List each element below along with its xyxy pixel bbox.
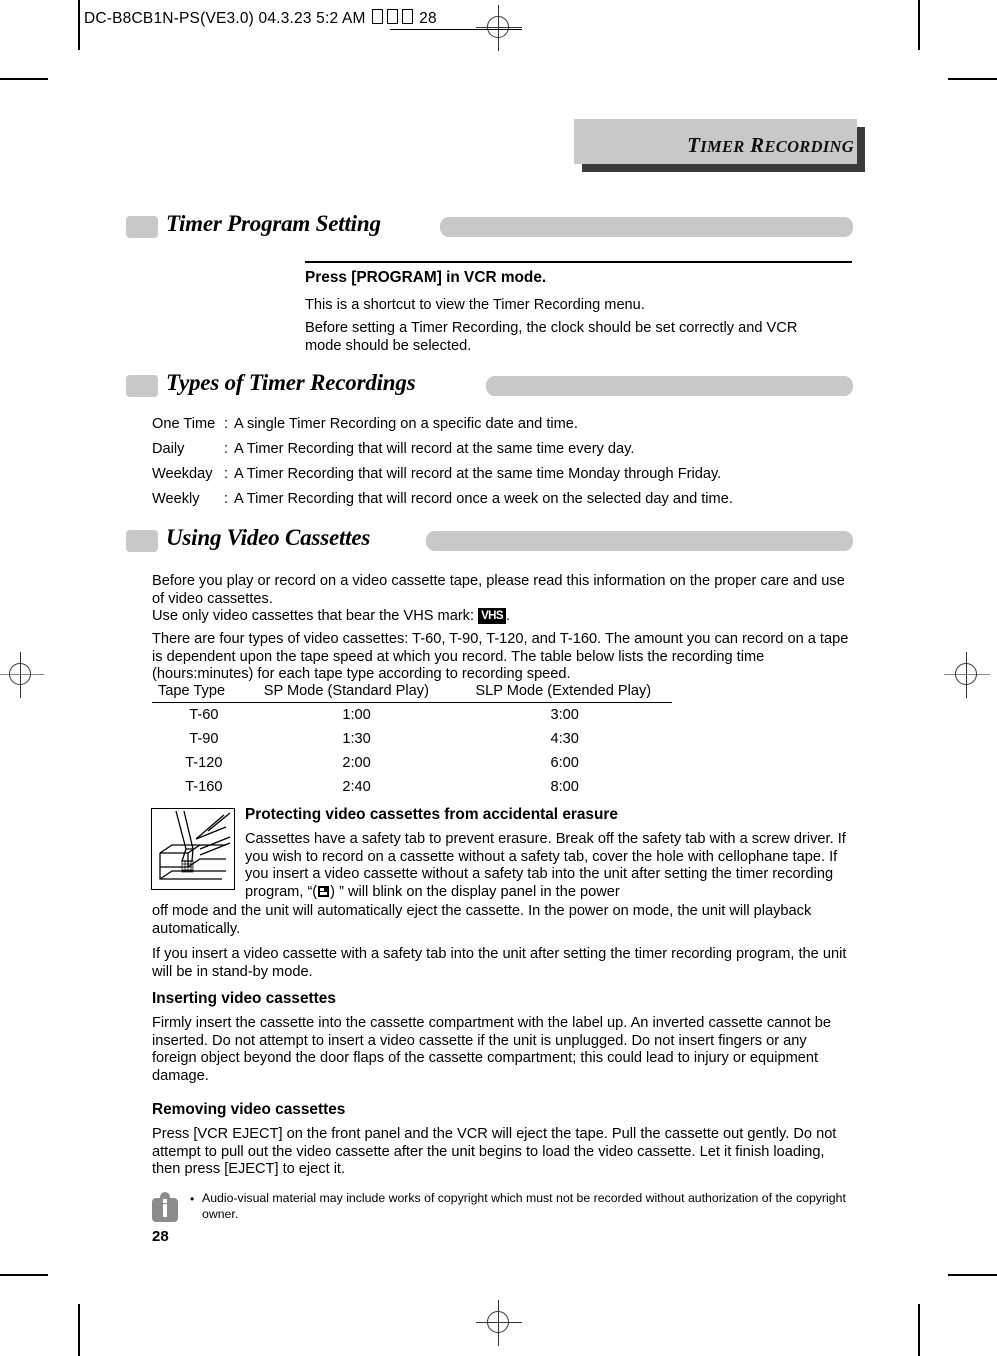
timer-type-key: Weekly — [152, 491, 200, 507]
table-column-header-slp-mode: SLP Mode (Extended Play) — [475, 683, 652, 699]
cell-tape-type: T-120 — [185, 755, 223, 771]
protecting-paragraph-fullwidth: off mode and the unit will automatically… — [152, 903, 812, 937]
protecting-paragraph-indented: Cassettes have a safety tab to prevent e… — [245, 831, 852, 901]
section-chip — [126, 375, 158, 397]
safety-tab-removal-illustration — [151, 808, 235, 890]
info-icon — [152, 1192, 178, 1222]
cassette-safety-tab-diagram-icon — [159, 810, 231, 880]
cell-sp-mode: 1:30 — [342, 731, 371, 747]
intro-line-2: Before setting a Timer Recording, the cl… — [305, 320, 798, 336]
table-row: T-90 1:30 4:30 — [152, 727, 672, 751]
timer-type-key: Weekday — [152, 466, 213, 482]
list-item: Weekly : A Timer Recording that will rec… — [152, 487, 852, 512]
timer-type-separator: : — [224, 441, 229, 457]
vhs-logo-mark: VHS — [478, 608, 506, 624]
lead-rule-top — [305, 261, 852, 263]
intro-line-1: This is a shortcut to view the Timer Rec… — [305, 297, 645, 313]
standby-paragraph: If you insert a video cassette with a sa… — [152, 946, 847, 980]
info-icon-stem — [163, 1204, 167, 1217]
inserting-paragraph: Firmly insert the cassette into the cass… — [152, 1015, 831, 1084]
copyright-note: Audio-visual material may include works … — [202, 1191, 846, 1221]
table-row: T-160 2:40 8:00 — [152, 775, 672, 799]
list-item: Weekday : A Timer Recording that will re… — [152, 462, 852, 487]
vhs-line-prefix: Use only video cassettes that bear the V… — [152, 608, 479, 624]
section-bar — [440, 217, 853, 237]
cell-tape-type: T-160 — [185, 779, 223, 795]
section-bar — [486, 376, 853, 396]
vhs-line-suffix: . — [505, 608, 511, 624]
section-chip — [126, 216, 158, 238]
cell-slp-mode: 4:30 — [550, 731, 579, 747]
cell-sp-mode: 2:00 — [342, 755, 371, 771]
cell-sp-mode: 2:40 — [342, 779, 371, 795]
table-header-row: Tape Type SP Mode (Standard Play) SLP Mo… — [152, 683, 672, 703]
cell-tape-type: T-60 — [189, 707, 219, 723]
timer-type-description: A Timer Recording that will record at th… — [234, 441, 635, 457]
table-row: T-120 2:00 6:00 — [152, 751, 672, 775]
cell-sp-mode: 1:00 — [342, 707, 371, 723]
table-column-header-tape-type: Tape Type — [158, 683, 226, 699]
section-header-using-video-cassettes: Using Video Cassettes — [126, 525, 853, 554]
cell-slp-mode: 3:00 — [550, 707, 579, 723]
tape-recording-time-table: Tape Type SP Mode (Standard Play) SLP Mo… — [152, 683, 672, 799]
section-title: Using Video Cassettes — [166, 525, 371, 550]
subheading-inserting-cassettes: Inserting video cassettes — [152, 990, 336, 1007]
section-title: Types of Timer Recordings — [166, 370, 416, 395]
timer-type-separator: : — [224, 466, 229, 482]
timer-type-description: A Timer Recording that will record once … — [234, 491, 733, 507]
timer-type-key: Daily — [152, 441, 185, 457]
table-row: T-60 1:00 3:00 — [152, 703, 672, 728]
cell-slp-mode: 6:00 — [550, 755, 579, 771]
protecting-text-part2: ) ” will blink on the display panel in t… — [330, 883, 620, 900]
timer-type-separator: : — [224, 491, 229, 507]
section-chip — [126, 530, 158, 552]
lead-instruction: Press [PROGRAM] in VCR mode. — [305, 269, 547, 286]
display-panel-blink-icon — [318, 885, 330, 897]
intro-line-3: mode should be selected. — [305, 338, 472, 354]
cell-tape-type: T-90 — [189, 731, 219, 747]
info-icon-dot — [163, 1199, 167, 1203]
page-content: Timer Program Setting Press [PROGRAM] in… — [0, 0, 997, 1356]
section-header-timer-program-setting: Timer Program Setting — [126, 211, 853, 240]
vhs-mark-line: Use only video cassettes that bear the V… — [152, 608, 852, 626]
timer-type-key: One Time — [152, 416, 216, 432]
list-item: One Time : A single Timer Recording on a… — [152, 412, 852, 437]
timer-type-separator: : — [224, 416, 229, 432]
note-bullet: • — [190, 1192, 195, 1206]
list-item: Daily : A Timer Recording that will reco… — [152, 437, 852, 462]
timer-types-list: One Time : A single Timer Recording on a… — [152, 412, 852, 512]
cassette-care-paragraph: Before you play or record on a video cas… — [152, 573, 845, 607]
timer-type-description: A single Timer Recording on a specific d… — [234, 416, 578, 432]
section-header-types-of-timer-recordings: Types of Timer Recordings — [126, 370, 853, 399]
subheading-protecting-cassettes: Protecting video cassettes from accident… — [245, 806, 618, 823]
cell-slp-mode: 8:00 — [550, 779, 579, 795]
removing-paragraph: Press [VCR EJECT] on the front panel and… — [152, 1126, 837, 1178]
section-bar — [426, 531, 853, 551]
timer-type-description: A Timer Recording that will record at th… — [234, 466, 722, 482]
page-number: 28 — [152, 1228, 169, 1245]
tape-types-paragraph: There are four types of video cassettes:… — [152, 631, 849, 683]
section-title: Timer Program Setting — [166, 211, 381, 236]
table-column-header-sp-mode: SP Mode (Standard Play) — [263, 683, 429, 699]
subheading-removing-cassettes: Removing video cassettes — [152, 1101, 346, 1118]
